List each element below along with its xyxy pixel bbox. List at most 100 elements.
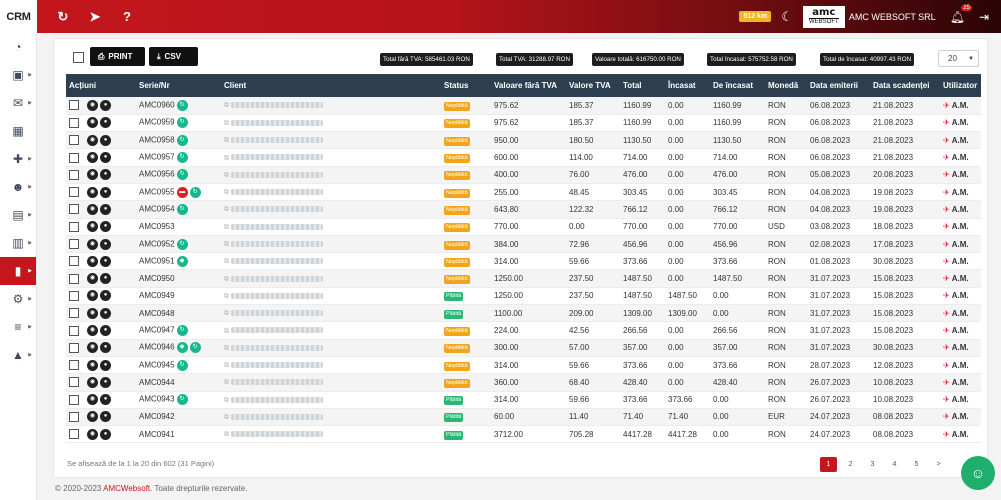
user-icon[interactable]: ● [100,134,111,146]
sync-icon[interactable]: ↻ [176,152,188,164]
external-link-icon[interactable]: ⧉ [224,397,229,404]
notifications-bell-icon[interactable]: 🔔︎ 25 [950,4,972,24]
column-header[interactable]: Data emiterii [807,74,870,97]
company-name[interactable]: AMC WEBSOFT SRL [849,12,936,22]
page-button[interactable]: 3 [864,457,881,472]
view-icon[interactable]: ◉ [87,186,98,198]
view-icon[interactable]: ◉ [87,221,98,233]
row-checkbox[interactable] [69,221,79,232]
user-icon[interactable]: ● [100,290,111,302]
table-row[interactable]: ◉ ● AMC0942 ⧉ Plătită 60.00 11.40 71.40 71.40 0.0… [66,408,981,427]
column-header[interactable]: Valoare fără TVA [491,74,566,97]
row-checkbox[interactable] [69,169,79,180]
sidebar-item-settings[interactable]: ⚙ ▶ [0,285,36,313]
sidebar-item-server[interactable]: ≡ ▶ [0,313,36,341]
sidebar-item-cards[interactable]: ▤ ▶ [0,201,36,229]
print-button[interactable]: ⎙ PRINT [90,47,145,66]
select-all-checkbox[interactable] [73,52,84,63]
sidebar-item-reports[interactable]: ▮ ▶ [0,257,36,285]
external-link-icon[interactable]: ⧉ [224,276,229,283]
view-icon[interactable]: ◉ [87,428,98,440]
row-checkbox[interactable] [69,100,79,111]
table-row[interactable]: ◉ ● AMC0958 ↻ ⧉ Neplătită 950.00 180.50 1130.50 0… [66,131,981,150]
column-header[interactable]: De încasat [710,74,765,97]
invoice-number[interactable]: AMC0952 [139,239,175,248]
user-icon[interactable]: ● [100,186,111,198]
row-checkbox[interactable] [69,325,79,336]
external-link-icon[interactable]: ⧉ [224,206,229,213]
table-row[interactable]: ◉ ● AMC0952 ↻ ⧉ Neplătită 384.00 72.96 456.96 0.0… [66,235,981,254]
table-row[interactable]: ◉ ● AMC0960 ↻ ⧉ Neplătită 975.62 185.37 1160.99 0… [66,97,981,115]
row-checkbox[interactable] [69,360,79,371]
invoice-number[interactable]: AMC0959 [139,118,175,127]
view-icon[interactable]: ◉ [87,238,98,250]
page-button[interactable]: 4 [886,457,903,472]
external-link-icon[interactable]: ⧉ [224,379,229,386]
sync-icon[interactable]: ↻ [176,134,188,146]
view-icon[interactable]: ◉ [87,134,98,146]
user-icon[interactable]: ● [100,325,111,336]
invoice-number[interactable]: AMC0950 [139,274,175,283]
external-link-icon[interactable]: ⧉ [224,155,229,162]
sidebar-item-building[interactable]: ▥ ▶ [0,229,36,257]
invoice-number[interactable]: AMC0944 [139,378,175,387]
invoice-number[interactable]: AMC0955 [139,187,175,196]
row-checkbox[interactable] [69,429,79,440]
sidebar-item-calendar[interactable]: ▦ [0,117,36,145]
external-link-icon[interactable]: ⧉ [224,120,229,127]
sync-icon[interactable]: ↻ [176,238,188,250]
column-header[interactable]: Acțiuni [66,74,136,97]
logout-icon[interactable]: ⇥ [979,10,989,24]
client-name-redacted[interactable] [231,327,323,334]
user-icon[interactable]: ● [100,255,111,267]
view-icon[interactable]: ◉ [87,255,98,267]
external-link-icon[interactable]: ⧉ [224,328,229,335]
row-checkbox[interactable] [69,377,79,388]
column-header[interactable]: Serie/Nr [136,74,221,97]
send-icon[interactable]: ➤ [87,9,103,25]
view-icon[interactable]: ◉ [87,411,98,423]
invoice-number[interactable]: AMC0948 [139,309,175,318]
client-name-redacted[interactable] [231,223,323,230]
view-icon[interactable]: ◉ [87,152,98,164]
view-icon[interactable]: ◉ [87,203,98,215]
external-link-icon[interactable]: ⧉ [224,258,229,265]
user-icon[interactable]: ● [100,203,111,215]
invoice-number[interactable]: AMC0945 [139,360,175,369]
invoice-number[interactable]: AMC0942 [139,412,175,421]
external-link-icon[interactable]: ⧉ [224,362,229,369]
row-checkbox[interactable] [69,290,79,301]
table-row[interactable]: ◉ ● AMC0951 ◆ ⧉ Neplătită 314.00 59.66 373.66 0.0… [66,252,981,271]
invoice-number[interactable]: AMC0960 [139,101,175,110]
view-icon[interactable]: ◉ [87,342,98,354]
page-button[interactable]: 5 [908,457,925,472]
table-row[interactable]: ◉ ● AMC0953 ⧉ Neplătită 770.00 0.00 770.00 0.00 7… [66,218,981,236]
page-size-select[interactable]: 20 ▼ [938,50,979,67]
table-row[interactable]: ◉ ● AMC0957 ↻ ⧉ Neplătită 600.00 114.00 714.00 0.… [66,148,981,167]
table-row[interactable]: ◉ ● AMC0948 ⧉ Plătită 1100.00 209.00 1309.00 130… [66,304,981,323]
sidebar-item-security[interactable]: ▲ ▶ [0,341,36,369]
invoice-number[interactable]: AMC0946 [139,343,175,352]
client-name-redacted[interactable] [231,344,323,351]
client-name-redacted[interactable] [231,154,323,161]
client-name-redacted[interactable] [231,431,323,438]
sidebar-item-projects[interactable]: ▣ ▶ [0,61,36,89]
invoice-number[interactable]: AMC0941 [139,430,175,439]
chat-support-button[interactable]: ☺ [961,456,995,490]
external-link-icon[interactable]: ⧉ [224,137,229,144]
client-name-redacted[interactable] [231,275,323,282]
table-row[interactable]: ◉ ● AMC0950 ⧉ Neplătită 1250.00 237.50 1487.50 0… [66,269,981,288]
sync-icon[interactable]: ↻ [189,186,201,198]
row-checkbox[interactable] [69,187,79,198]
sync-icon[interactable]: ↻ [176,203,188,215]
view-icon[interactable]: ◉ [87,99,98,111]
column-header[interactable]: Valore TVA [566,74,620,97]
table-row[interactable]: ◉ ● AMC0954 ↻ ⧉ Neplătită 643.80 122.32 766.12 0.… [66,200,981,219]
client-name-redacted[interactable] [231,396,323,403]
invoice-number[interactable]: AMC0956 [139,170,175,179]
column-header[interactable]: Client [221,74,441,97]
client-name-redacted[interactable] [231,258,323,265]
column-header[interactable]: Status [441,74,491,97]
sidebar-item-mail[interactable]: ✉ ▶ [0,89,36,117]
table-row[interactable]: ◉ ● AMC0949 ⧉ Plătită 1250.00 237.50 1487.50 148… [66,287,981,306]
